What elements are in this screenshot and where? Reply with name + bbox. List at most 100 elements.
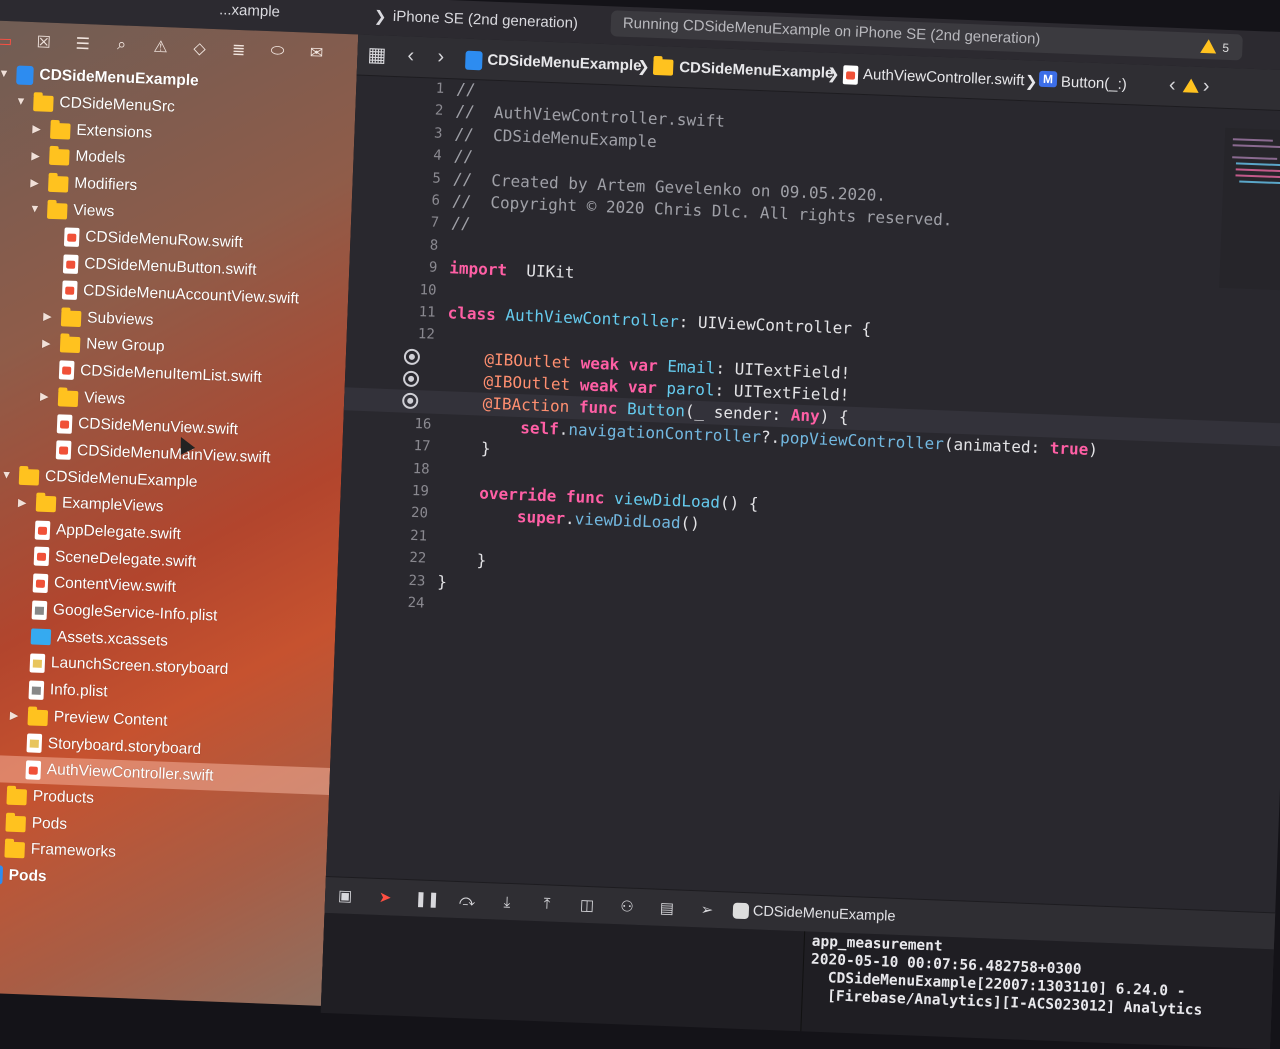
back-arrow-icon[interactable]: ‹ (407, 44, 415, 67)
chevron-right-icon: ❯ (373, 8, 387, 26)
swift-file-icon (32, 573, 49, 593)
disclosure-collapsed-icon[interactable]: ▶ (18, 496, 32, 510)
memory-graph-icon[interactable]: ⚇ (617, 896, 638, 917)
jumpbar-project[interactable]: CDSideMenuExample (487, 52, 642, 75)
line-number[interactable]: 17 (390, 434, 431, 458)
line-number[interactable]: 20 (387, 501, 428, 525)
line-number[interactable]: 16 (391, 412, 432, 436)
disclosure-collapsed-icon[interactable]: ▶ (40, 390, 54, 404)
disclosure-collapsed-icon[interactable]: ▶ (30, 176, 44, 190)
line-number[interactable]: 12 (394, 322, 435, 346)
jumpbar-file[interactable]: AuthViewController.swift (863, 66, 1025, 89)
folder-icon (33, 95, 54, 112)
minimap[interactable] (1219, 127, 1280, 291)
disclosure-collapsed-icon[interactable]: ▶ (31, 149, 45, 163)
line-number[interactable]: 24 (384, 591, 425, 615)
search-icon[interactable]: ⌕ (108, 32, 135, 59)
warning-icon[interactable] (1200, 38, 1217, 54)
swift-file-icon (25, 760, 42, 780)
scheme-project[interactable]: ...xample (219, 1, 280, 20)
minimap-line (1232, 138, 1273, 142)
code-text: // (451, 213, 471, 236)
line-number[interactable]: 18 (389, 457, 430, 481)
minimap-line (1235, 168, 1280, 173)
line-number[interactable]: 19 (388, 479, 429, 503)
step-out-icon[interactable]: ⤒ (537, 893, 558, 914)
jumpbar-method[interactable]: Button(_:) (1061, 74, 1127, 94)
diamond-icon[interactable]: ◇ (186, 35, 213, 62)
line-number[interactable]: 5 (400, 166, 441, 190)
connection-outlet-icon[interactable] (403, 348, 421, 365)
disclosure-collapsed-icon[interactable]: ▶ (0, 815, 2, 829)
disclosure-expanded-icon[interactable]: ▼ (15, 95, 29, 108)
minimap-line (1232, 156, 1278, 160)
code-text: } (442, 436, 491, 460)
disclosure-expanded-icon[interactable]: ▼ (1, 469, 15, 482)
simulate-location-icon[interactable]: ➢ (697, 899, 718, 920)
code-token: } (442, 437, 491, 459)
related-items-icon[interactable]: ▦ (367, 42, 387, 68)
previous-issue-icon[interactable]: ‹ (1168, 74, 1177, 97)
line-number[interactable]: 1 (404, 76, 445, 100)
step-into-icon[interactable]: ⤓ (497, 892, 518, 913)
code-area[interactable]: 1//2// AuthViewController.swift 3// CDSid… (336, 75, 1280, 648)
tree-item-label: New Group (85, 335, 165, 356)
tree-item-label: CDSideMenuMainView.swift (76, 442, 271, 467)
message-icon[interactable]: ✉ (303, 39, 330, 66)
forward-arrow-icon[interactable]: › (437, 46, 445, 69)
line-number[interactable]: 7 (399, 211, 440, 235)
folder-icon[interactable]: ▭ (0, 28, 18, 55)
disclosure-collapsed-icon[interactable]: ▶ (42, 336, 56, 350)
line-number[interactable]: 3 (402, 121, 443, 145)
warning-icon[interactable] (1182, 78, 1200, 93)
warning-icon[interactable]: ⚠ (147, 33, 174, 60)
project-navigator: ▭ ☒ ☰ ⌕ ⚠ ◇ ≣ ⬭ ✉ ▼ CDSideMenuExample ▼ CDSideMenuS… (0, 19, 359, 1006)
x-square-icon[interactable]: ☒ (30, 29, 57, 56)
breakpoints-toggle-icon[interactable]: ➤ (375, 887, 396, 908)
tree-item-label: CDSideMenuRow.swift (84, 228, 244, 252)
folder-icon (4, 841, 25, 859)
code-token: : UITextField! (714, 380, 850, 405)
step-over-icon[interactable]: ⤼ (457, 890, 478, 911)
line-number[interactable]: 11 (395, 300, 436, 324)
jumpbar-group[interactable]: CDSideMenuExample (679, 59, 834, 82)
tree-item-label: CDSideMenuView.swift (77, 415, 239, 439)
connection-outlet-icon[interactable] (401, 392, 419, 410)
tree-item-label: Products (32, 787, 95, 807)
disclosure-collapsed-icon[interactable]: ▶ (0, 788, 3, 802)
line-number[interactable]: 10 (396, 278, 437, 302)
disclosure-collapsed-icon[interactable]: ▶ (32, 122, 46, 136)
disclosure-collapsed-icon[interactable]: ▶ (10, 709, 24, 723)
device-selector[interactable]: iPhone SE (2nd generation) (393, 8, 579, 32)
tree-item-label: ExampleViews (61, 494, 164, 516)
line-number[interactable]: 2 (403, 99, 444, 123)
list-icon[interactable]: ≣ (225, 36, 252, 63)
tag-icon[interactable]: ⬭ (264, 38, 291, 65)
line-number[interactable]: 4 (401, 143, 442, 167)
next-issue-icon[interactable]: › (1202, 75, 1210, 98)
environment-overrides-icon[interactable]: ▤ (657, 898, 678, 919)
code-token: : UITextField! (715, 358, 851, 383)
view-hierarchy-icon[interactable]: ◫ (577, 895, 598, 916)
line-number[interactable]: 8 (398, 233, 439, 257)
disclosure-collapsed-icon[interactable]: ▶ (43, 310, 57, 324)
disclosure-expanded-icon[interactable]: ▼ (29, 203, 43, 216)
hierarchy-icon[interactable]: ☰ (69, 30, 96, 57)
line-number[interactable]: 21 (387, 524, 428, 548)
line-number[interactable]: 9 (397, 255, 438, 279)
line-number[interactable]: 6 (400, 188, 441, 212)
disclosure-expanded-icon[interactable]: ▼ (0, 68, 13, 81)
pause-icon[interactable]: ❚❚ (414, 888, 440, 909)
disclosure-collapsed-icon[interactable]: ▶ (0, 842, 1, 856)
line-number[interactable]: 22 (386, 546, 427, 570)
hide-debug-area-icon[interactable]: ▣ (335, 885, 356, 906)
debug-target[interactable]: CDSideMenuExample (753, 903, 896, 924)
story-file-icon (26, 733, 43, 753)
line-number[interactable]: 23 (385, 569, 426, 593)
swift-file-icon (56, 414, 73, 434)
code-token: Any (790, 405, 821, 427)
connection-outlet-icon[interactable] (402, 370, 420, 388)
swift-file-icon (63, 227, 80, 247)
